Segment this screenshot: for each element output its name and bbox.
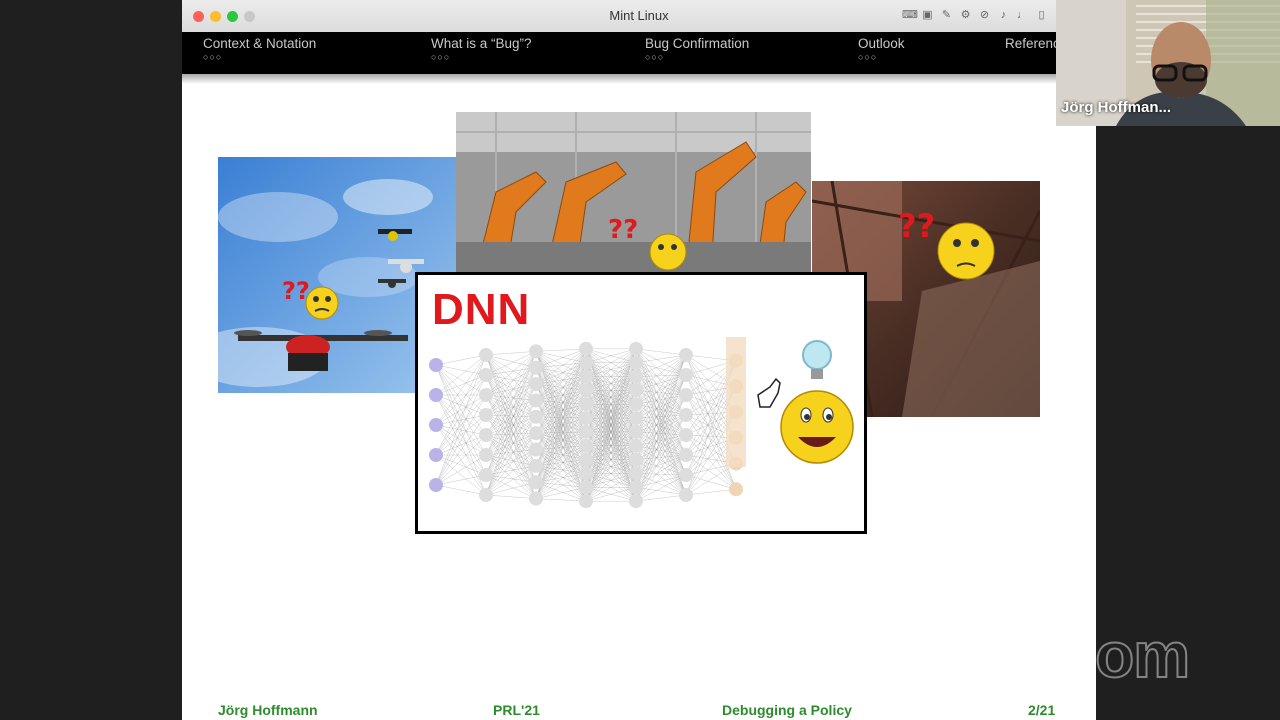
- nn-node: [579, 480, 593, 495]
- factory-robots-photo: ??: [456, 112, 811, 272]
- nn-node: [529, 475, 543, 490]
- nn-node: [579, 341, 593, 356]
- nav-shadow: [182, 74, 1096, 84]
- nn-node: [579, 438, 593, 453]
- neural-network-graphic: [429, 337, 854, 509]
- nn-node: [579, 355, 593, 370]
- nn-node: [729, 482, 743, 497]
- nn-node: [679, 368, 693, 382]
- speaker-icon[interactable]: ♪: [997, 9, 1010, 22]
- title-bar: Mint Linux ⌨ ▣ ✎ ⚙ ⊘ ♪ ♩ ▯ ▭ ✉: [182, 0, 1096, 33]
- tablet-icon[interactable]: ▯: [1035, 9, 1048, 22]
- nn-node: [629, 397, 643, 412]
- pen-icon[interactable]: ✎: [940, 9, 953, 22]
- keyboard-icon[interactable]: ⌨: [902, 9, 918, 22]
- nn-node: [479, 408, 493, 422]
- svg-text:??: ??: [608, 215, 638, 245]
- nn-node: [579, 369, 593, 384]
- chip-icon[interactable]: ▣: [921, 9, 934, 22]
- nav-label: Bug Confirmation: [645, 36, 750, 51]
- nn-node: [529, 344, 543, 359]
- nav-bug-confirmation[interactable]: Bug Confirmation ○○○: [645, 36, 749, 62]
- nav-progress-dots: ○○○: [858, 52, 878, 62]
- footer-venue: PRL'21: [493, 702, 540, 718]
- nn-node: [629, 369, 643, 384]
- participant-video[interactable]: Jörg Hoffman...: [1056, 0, 1280, 126]
- nn-node: [679, 408, 693, 422]
- nn-node: [579, 494, 593, 509]
- nn-node: [579, 452, 593, 467]
- nn-node: [429, 358, 443, 372]
- nn-node: [629, 355, 643, 370]
- nn-node: [579, 424, 593, 439]
- dnn-diagram: DNN: [415, 272, 867, 534]
- nn-node: [579, 411, 593, 426]
- nn-node: [629, 480, 643, 495]
- nn-node: [529, 377, 543, 392]
- participant-name: Jörg Hoffman...: [1061, 99, 1172, 116]
- nn-node: [629, 494, 643, 509]
- microphone-icon[interactable]: ♩: [1016, 9, 1029, 22]
- nn-node: [579, 466, 593, 481]
- nn-node: [529, 409, 543, 424]
- nn-node: [579, 397, 593, 412]
- nn-node: [529, 360, 543, 375]
- nn-node: [479, 428, 493, 442]
- nn-node: [529, 442, 543, 457]
- nn-node: [479, 468, 493, 482]
- slide-navigation-bar: Context & Notation ○○○ What is a “Bug”? …: [182, 32, 1096, 74]
- settings-icon[interactable]: ⚙: [959, 9, 972, 22]
- nn-node: [679, 388, 693, 402]
- nn-node: [679, 448, 693, 462]
- footer-page-number: 2/21: [1028, 702, 1056, 718]
- nn-node: [679, 468, 693, 482]
- nn-node: [629, 341, 643, 356]
- nav-outlook[interactable]: Outlook ○○○: [858, 36, 905, 62]
- footer-title: Debugging a Policy: [722, 702, 852, 718]
- nn-node: [429, 478, 443, 492]
- nn-node: [429, 448, 443, 462]
- presentation-window: Mint Linux ⌨ ▣ ✎ ⚙ ⊘ ♪ ♩ ▯ ▭ ✉ Context &…: [182, 0, 1096, 720]
- nn-node: [479, 368, 493, 382]
- nn-node: [629, 452, 643, 467]
- nn-node: [479, 448, 493, 462]
- svg-text:??: ??: [898, 207, 935, 245]
- nav-what-is-a-bug[interactable]: What is a “Bug”? ○○○: [431, 36, 532, 62]
- nav-label: Outlook: [858, 36, 905, 51]
- nav-progress-dots: ○○○: [431, 52, 451, 62]
- nav-progress-dots: ○○○: [203, 52, 223, 62]
- no-camera-icon[interactable]: ⊘: [978, 9, 991, 22]
- nn-node: [429, 418, 443, 432]
- nn-node: [629, 438, 643, 453]
- nn-node: [679, 428, 693, 442]
- zoom-logo: zoom: [1025, 618, 1191, 692]
- nn-node: [429, 388, 443, 402]
- nn-node: [479, 348, 493, 362]
- nn-node: [629, 424, 643, 439]
- nn-node: [529, 458, 543, 473]
- nn-node: [529, 393, 543, 408]
- nav-progress-dots: ○○○: [645, 52, 665, 62]
- nn-node: [629, 411, 643, 426]
- nn-node: [629, 466, 643, 481]
- nav-label: What is a “Bug”?: [431, 36, 532, 51]
- footer-author: Jörg Hoffmann: [218, 702, 318, 718]
- nav-label: Context & Notation: [203, 36, 317, 51]
- nn-node: [629, 383, 643, 398]
- nn-node: [679, 348, 693, 362]
- nn-node: [679, 488, 693, 502]
- nn-node: [529, 491, 543, 506]
- nn-node: [479, 388, 493, 402]
- nn-node: [529, 426, 543, 441]
- nav-context-notation[interactable]: Context & Notation ○○○: [203, 36, 316, 62]
- nn-node: [579, 383, 593, 398]
- nn-node: [479, 488, 493, 502]
